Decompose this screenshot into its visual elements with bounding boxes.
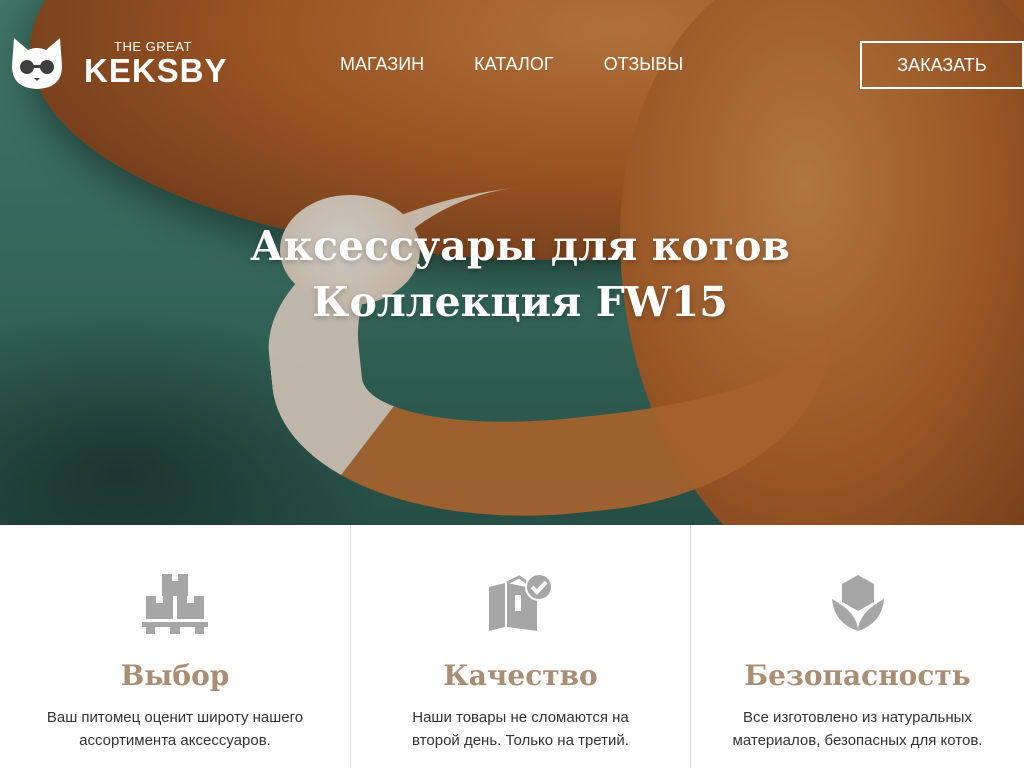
feature-text-line: Наши товары не сломаются на: [412, 709, 629, 726]
feature-text-line: Ваш питомец оценит широту нашего: [46, 709, 304, 726]
feature-quality: Качество Наши товары не сломаются на вто…: [350, 525, 690, 768]
lotus-icon: [831, 575, 884, 631]
hero-title: Аксессуары для котов Коллекция FW15: [0, 218, 1024, 330]
feature-title: Безопасность: [744, 659, 971, 692]
feature-text-line: материалов, безопасных для котов.: [732, 732, 983, 749]
nav-item-shop[interactable]: МАГАЗИН: [340, 54, 424, 75]
hero-title-line1: Аксессуары для котов: [250, 222, 790, 270]
feature-text: Наши товары не сломаются на второй день.…: [351, 706, 690, 752]
hero-title-line2: Коллекция FW15: [312, 278, 728, 326]
feature-title: Выбор: [120, 659, 230, 692]
boxes-icon: [142, 574, 208, 634]
feature-safety: Безопасность Все изготовлено из натураль…: [690, 525, 1024, 768]
logo[interactable]: THE GREAT KEKSBY: [10, 34, 228, 92]
cat-logo-icon: [12, 38, 62, 89]
nav-item-catalog[interactable]: КАТАЛОГ: [474, 54, 553, 75]
hero-banner: THE GREAT KEKSBY МАГАЗИН КАТАЛОГ ОТЗЫВЫ …: [0, 0, 1024, 525]
feature-title: Качество: [443, 659, 598, 692]
order-button[interactable]: ЗАКАЗАТЬ: [860, 41, 1024, 89]
feature-text: Все изготовлено из натуральных материало…: [691, 706, 1024, 752]
feature-text-line: ассортимента аксессуаров.: [79, 732, 271, 749]
features-section: Выбор Ваш питомец оценит широту нашего а…: [0, 525, 1024, 768]
main-nav: МАГАЗИН КАТАЛОГ ОТЗЫВЫ: [340, 54, 733, 75]
feature-text-line: второй день. Только на третий.: [412, 732, 629, 749]
feature-choice: Выбор Ваш питомец оценит широту нашего а…: [0, 525, 350, 768]
feature-text-line: Все изготовлено из натуральных: [743, 709, 972, 726]
logo-big-text: KEKSBY: [84, 51, 228, 89]
nav-item-reviews[interactable]: ОТЗЫВЫ: [604, 54, 684, 75]
site-header: THE GREAT KEKSBY МАГАЗИН КАТАЛОГ ОТЗЫВЫ …: [0, 0, 1024, 130]
feature-text: Ваш питомец оценит широту нашего ассорти…: [0, 706, 350, 752]
box-check-icon: [488, 573, 553, 631]
